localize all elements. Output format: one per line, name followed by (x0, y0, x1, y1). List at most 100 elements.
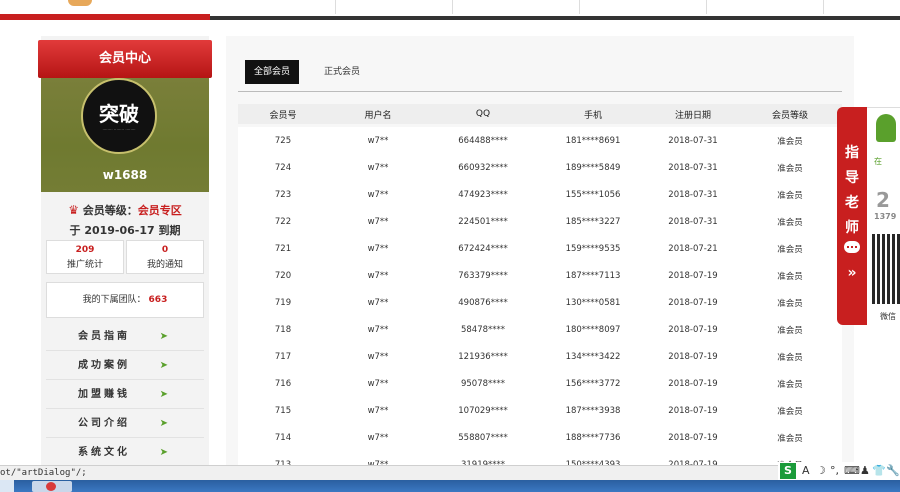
arrow-right-icon: ➤ (159, 418, 168, 429)
username-cell: w7** (367, 378, 389, 389)
notifications-box[interactable]: 0 我的通知 (126, 240, 204, 274)
punctuation-icon[interactable]: °, (830, 463, 839, 479)
username-cell: w7** (367, 270, 389, 281)
promotion-stats-box[interactable]: 209 推广统计 (46, 240, 124, 274)
username-cell: w7** (367, 351, 389, 362)
phone-cell: 187****7113 (565, 270, 621, 281)
skin-icon[interactable]: 👕 (872, 463, 886, 479)
phone-cell: 159****9535 (565, 243, 621, 254)
sogou-ime-icon[interactable]: S (780, 463, 796, 479)
table-row[interactable]: 714 w7** 558807**** 188****7736 2018-07-19 准会… (238, 424, 842, 451)
ime-toolbar: S A ☽ °, ⌨ ♟ 👕 🔧 (778, 462, 900, 480)
phone-number: 1379 (874, 212, 897, 221)
register-date-cell: 2018-07-19 (668, 270, 718, 281)
register-date-cell: 2018-07-19 (668, 378, 718, 389)
wechat-logo-icon (876, 114, 896, 142)
member-level-cell: 准会员 (777, 298, 803, 309)
sidebar-item-guide[interactable]: 会员指南 ➤ (46, 324, 204, 351)
double-chevron-right-icon[interactable]: » (837, 265, 867, 281)
keyboard-icon[interactable]: ⌨ (844, 463, 860, 479)
browser-icon (46, 482, 56, 491)
table-row[interactable]: 715 w7** 107029**** 187****3938 2018-07-19 准会… (238, 397, 842, 424)
team-box[interactable]: 我的下属团队： 663 (46, 282, 204, 318)
table-row[interactable]: 723 w7** 474923**** 155****1056 2018-07-31 准会… (238, 181, 842, 208)
qq-cell: 664488**** (458, 135, 508, 146)
wrench-icon[interactable]: 🔧 (886, 463, 900, 479)
column-header: 注册日期 (674, 110, 711, 121)
moon-icon[interactable]: ☽ (816, 463, 826, 479)
letter-a-icon[interactable]: A (802, 463, 810, 479)
sidebar-menu: 会员指南 ➤ 成功案例 ➤ 加盟赚钱 ➤ 公司介绍 ➤ 系统文化 ➤ (46, 324, 204, 469)
sidebar-item-join[interactable]: 加盟赚钱 ➤ (46, 382, 204, 409)
profile-card: 突破 ........ ........ ........ w1688 (41, 78, 209, 192)
member-level-cell: 准会员 (777, 244, 803, 255)
member-level-cell: 准会员 (777, 325, 803, 336)
table-row[interactable]: 719 w7** 490876**** 130****0581 2018-07-19 准会… (238, 289, 842, 316)
tab-all-members[interactable]: 全部会员 (245, 60, 299, 84)
member-id-cell: 719 (274, 297, 292, 308)
status-text: ot/"artDialog"/; (0, 468, 87, 478)
username-cell: w7** (367, 243, 389, 254)
member-level-label: 会员等级： (82, 204, 138, 217)
username-cell: w7** (367, 135, 389, 146)
phone-cell: 180****8097 (565, 324, 621, 335)
qr-label: 微信 (880, 312, 896, 321)
table-row[interactable]: 720 w7** 763379**** 187****7113 2018-07-19 准会… (238, 262, 842, 289)
nav-item[interactable] (706, 0, 707, 14)
phone-cell: 185****3227 (565, 216, 621, 227)
register-date-cell: 2018-07-19 (668, 324, 718, 335)
member-level-cell: 准会员 (777, 217, 803, 228)
sidebar-item-about[interactable]: 公司介绍 ➤ (46, 411, 204, 438)
nav-item[interactable] (823, 0, 824, 14)
crown-icon: ♛ (68, 203, 79, 217)
username-cell: w7** (367, 432, 389, 443)
teacher-guide-tab[interactable]: 指 导 老 师 » (837, 107, 867, 325)
qq-cell: 107029**** (458, 405, 508, 416)
nav-divider (210, 16, 900, 20)
table-row[interactable]: 722 w7** 224501**** 185****3227 2018-07-31 准会… (238, 208, 842, 235)
nav-item[interactable] (452, 0, 453, 14)
user-icon[interactable]: ♟ (860, 463, 870, 479)
table-row[interactable]: 725 w7** 664488**** 181****8691 2018-07-31 准会… (238, 127, 842, 154)
column-header: 用户名 (364, 110, 392, 121)
table-row[interactable]: 721 w7** 672424**** 159****9535 2018-07-21 准会… (238, 235, 842, 262)
member-level-value[interactable]: 会员专区 (138, 204, 182, 217)
arrow-right-icon: ➤ (159, 389, 168, 400)
nav-item[interactable] (579, 0, 580, 14)
member-level-cell: 准会员 (777, 352, 803, 363)
nav-item[interactable] (335, 0, 336, 14)
sidebar-item-culture[interactable]: 系统文化 ➤ (46, 440, 204, 467)
member-level-cell: 准会员 (777, 433, 803, 444)
taskbar-app-button[interactable] (32, 481, 72, 492)
column-header: 手机 (583, 110, 602, 121)
arrow-right-icon: ➤ (159, 360, 168, 371)
member-id-cell: 715 (274, 405, 292, 416)
table-row[interactable]: 718 w7** 58478**** 180****8097 2018-07-19 准会员 (238, 316, 842, 343)
member-level-cell: 准会员 (777, 379, 803, 390)
register-date-cell: 2018-07-31 (668, 216, 718, 227)
sidebar-item-cases[interactable]: 成功案例 ➤ (46, 353, 204, 380)
table-row[interactable]: 717 w7** 121936**** 134****3422 2018-07-19 准会… (238, 343, 842, 370)
qq-cell: 490876**** (458, 297, 508, 308)
phone-cell: 134****3422 (565, 351, 621, 362)
table-row[interactable]: 724 w7** 660932**** 189****5849 2018-07-31 准会… (238, 154, 842, 181)
phone-cell: 181****8691 (565, 135, 621, 146)
username-cell: w7** (367, 216, 389, 227)
member-level: ♛ 会员等级：会员专区 (41, 202, 209, 218)
register-date-cell: 2018-07-21 (668, 243, 718, 254)
qq-cell: 58478**** (460, 324, 506, 335)
member-id-cell: 716 (274, 378, 292, 389)
username-cell: w7** (367, 405, 389, 416)
table-row[interactable]: 716 w7** 95078**** 156****3772 2018-07-19 准会员 (238, 370, 842, 397)
guide-char: 指 (845, 145, 859, 161)
browser-status-bar: ot/"artDialog"/; (0, 465, 900, 480)
start-button[interactable] (0, 480, 14, 492)
guide-char: 老 (845, 195, 859, 211)
notification-label: 我的通知 (146, 260, 183, 270)
top-nav (0, 0, 900, 20)
avatar[interactable]: 突破 ........ ........ ........ (81, 78, 157, 154)
member-level-cell: 准会员 (777, 271, 803, 282)
sidebar-item-label: 成功案例 (78, 360, 130, 371)
phone-cell: 189****5849 (565, 162, 621, 173)
tab-official-members[interactable]: 正式会员 (324, 60, 360, 84)
